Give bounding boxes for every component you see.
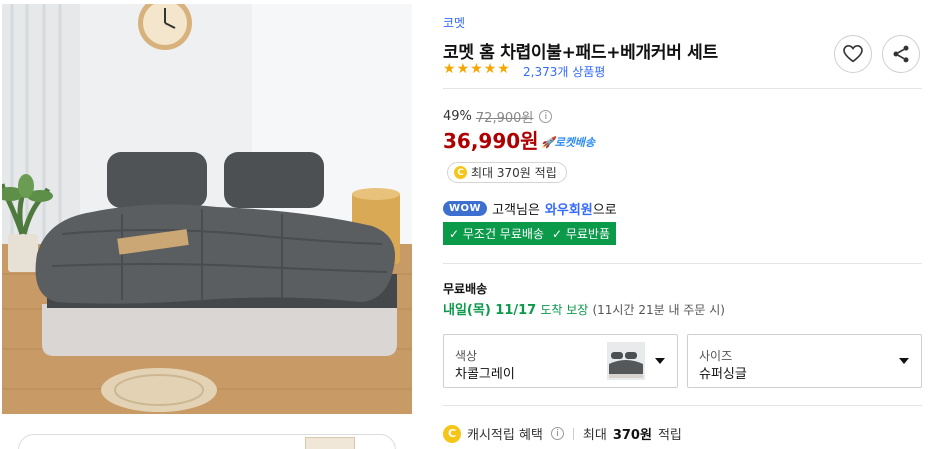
sale-price: 36,990원 bbox=[443, 129, 539, 153]
info-icon[interactable]: i bbox=[539, 110, 553, 123]
product-title: 코멧 홈 차렵이불+패드+베개커버 세트 bbox=[443, 43, 718, 63]
discount-rate: 49% bbox=[443, 109, 472, 124]
free-return-label: ✓ 무료반품 bbox=[551, 227, 610, 241]
color-option-thumbnail bbox=[607, 342, 645, 380]
color-option-select[interactable]: 색상 차콜그레이 bbox=[443, 334, 678, 388]
color-option-label: 색상 bbox=[455, 349, 478, 363]
delivery-guarantee: 도착 보장 bbox=[540, 303, 589, 317]
thumbnail-image[interactable] bbox=[305, 437, 355, 449]
wow-message: 와우회원으로 bbox=[545, 199, 617, 218]
bedroom-photo bbox=[2, 4, 412, 414]
color-option-value: 차콜그레이 bbox=[455, 367, 515, 382]
wow-membership-row: WOW 고객님은 와우회원으로 bbox=[443, 199, 617, 218]
cash-reward-text: 최대 370원 적립 bbox=[471, 166, 557, 180]
divider bbox=[443, 88, 922, 89]
cash-benefit-row: C 캐시적립 혜택 i 최대 370원 적립 bbox=[443, 424, 682, 443]
divider bbox=[443, 263, 922, 264]
like-button[interactable] bbox=[834, 35, 872, 73]
delivery-condition: (11시간 21분 내 주문 시) bbox=[592, 303, 725, 317]
shipping-title: 무료배송 bbox=[443, 282, 488, 296]
chevron-down-icon bbox=[899, 358, 909, 364]
heart-icon bbox=[843, 45, 863, 63]
discount-row: 49% 72,900원 i bbox=[443, 107, 553, 126]
rating-stars: ★ ★ ★ ★ ★ bbox=[443, 62, 510, 76]
coin-icon: C bbox=[454, 166, 467, 179]
divider bbox=[443, 405, 922, 406]
wow-member-label: 와우회원 bbox=[544, 203, 593, 218]
free-shipping-label: ✓ 무조건 무료배송 bbox=[449, 227, 544, 241]
delivery-date-row: 내일(목) 11/17 도착 보장 (11시간 21분 내 주문 시) bbox=[443, 299, 725, 318]
wow-badge: WOW bbox=[443, 201, 488, 216]
coin-icon: C bbox=[443, 424, 461, 443]
cash-max-amount: 370원 bbox=[612, 428, 652, 443]
chevron-down-icon bbox=[655, 358, 665, 364]
size-option-label: 사이즈 bbox=[699, 349, 733, 363]
delivery-date: 내일(목) 11/17 bbox=[443, 303, 537, 318]
info-icon[interactable]: i bbox=[550, 427, 564, 440]
star-icon: ★ bbox=[483, 61, 497, 77]
star-icon: ★ bbox=[456, 61, 470, 77]
cash-max-prefix: 최대 bbox=[582, 428, 607, 443]
cash-reward-badge: C 최대 370원 적립 bbox=[447, 162, 567, 183]
wow-suffix: 으로 bbox=[592, 203, 617, 218]
separator bbox=[572, 427, 574, 440]
share-button[interactable] bbox=[882, 35, 920, 73]
size-option-value: 슈퍼싱글 bbox=[699, 367, 747, 382]
wow-prefix: 고객님은 bbox=[492, 203, 540, 218]
thumbnail-strip[interactable] bbox=[18, 434, 396, 449]
brand-link[interactable]: 코멧 bbox=[443, 14, 465, 31]
star-icon: ★ bbox=[470, 61, 483, 77]
review-count-link[interactable]: 2,373개 상품평 bbox=[523, 63, 605, 80]
cash-benefit-label: 캐시적립 혜택 bbox=[467, 428, 543, 443]
star-icon: ★ bbox=[443, 61, 456, 77]
benefit-bar: ✓ 무조건 무료배송 ✓ 무료반품 bbox=[443, 222, 616, 245]
product-image[interactable] bbox=[2, 4, 412, 414]
share-icon bbox=[893, 45, 909, 63]
original-price: 72,900원 bbox=[475, 111, 534, 126]
size-option-select[interactable]: 사이즈 슈퍼싱글 bbox=[687, 334, 922, 388]
star-icon: ★ bbox=[497, 61, 510, 77]
cash-max-suffix: 적립 bbox=[657, 428, 682, 443]
rocket-delivery-badge: 🚀로켓배송 bbox=[541, 136, 596, 149]
